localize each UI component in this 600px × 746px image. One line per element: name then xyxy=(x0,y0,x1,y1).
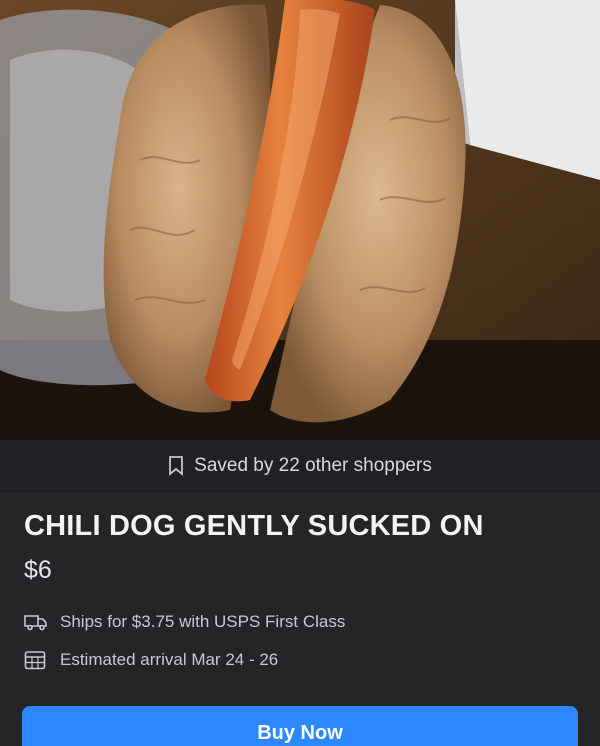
listing-price: $6 xyxy=(24,556,52,584)
saved-by-bar: Saved by 22 other shoppers xyxy=(0,440,600,492)
listing-title: CHILI DOG GENTLY SUCKED ON xyxy=(24,510,484,542)
buy-now-button[interactable]: Buy Now xyxy=(22,706,578,746)
hot-dog-image xyxy=(0,0,600,440)
shipping-info: Ships for $3.75 with USPS First Class xyxy=(24,612,345,632)
calendar-icon xyxy=(24,650,48,670)
shipping-text: Ships for $3.75 with USPS First Class xyxy=(60,612,346,631)
product-photo[interactable] xyxy=(0,0,600,440)
arrival-text: Estimated arrival Mar 24 - 26 xyxy=(60,650,279,669)
arrival-info: Estimated arrival Mar 24 - 26 xyxy=(24,650,278,670)
bookmark-icon xyxy=(168,455,184,476)
truck-icon xyxy=(24,612,48,632)
saved-by-text: Saved by 22 other shoppers xyxy=(194,454,432,476)
